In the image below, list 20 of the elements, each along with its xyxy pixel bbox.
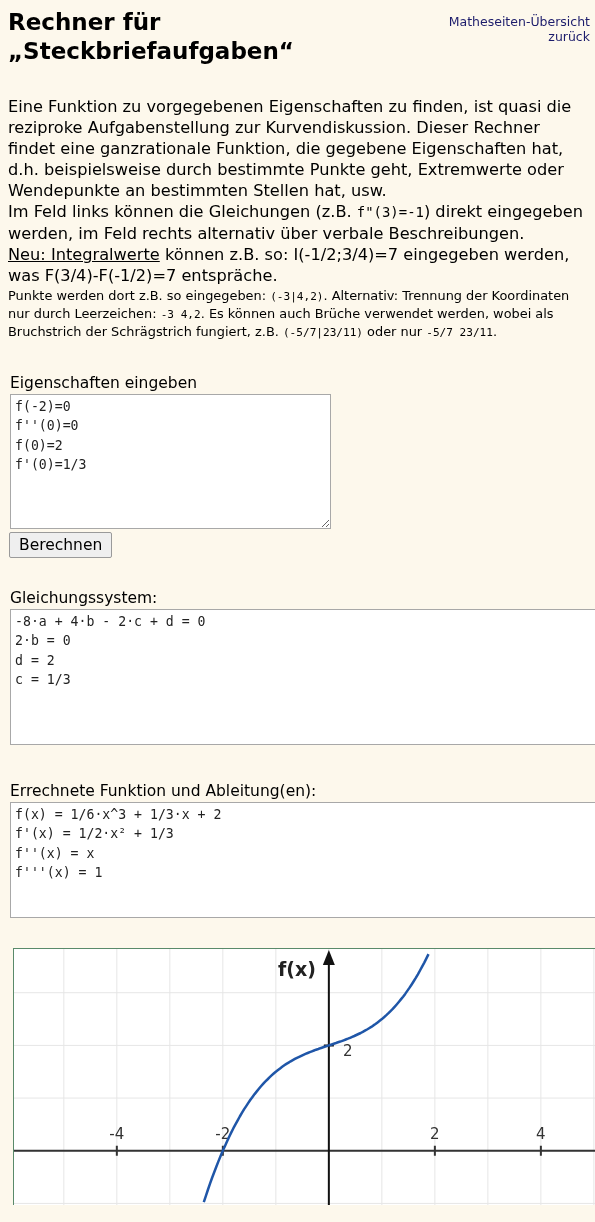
output-field[interactable]: f(x) = 1/6·x^3 + 1/3·x + 2 f'(x) = 1/2·x² + 1/3 f''(x) = x f'''(x) = 1 xyxy=(10,802,595,918)
tick-label: -2 xyxy=(215,1124,231,1143)
tick-label: -4 xyxy=(109,1124,125,1143)
field-label: Eigenschaften eingeben xyxy=(10,373,198,393)
field-label: Gleichungssystem: xyxy=(10,588,159,608)
note-text: Punkte werden dort z.B. so eingegeben: (-3|4,2). Alternativ: Trennung der Koordinaten nur durch Leerzeichen: -3 4,2. Es können auch Brüche verwendet werden, wobei als Bruchstrich der Schrägstrich fungiert, z.B. (-5/7|23/11) oder nur -5/7 23/11. xyxy=(8,287,571,341)
calculate-button[interactable]: Berechnen xyxy=(9,532,113,558)
output-field[interactable]: -8·a + 4·b - 2·c + d = 0 2·b = 0 d = 2 c = 1/3 xyxy=(10,609,595,745)
tick-label: 2 xyxy=(430,1124,440,1143)
description-text: Neu: Integralwerte können z.B. so: I(-1/2;3/4)=7 eingegeben werden, was F(3/4)-F(-1/2)=7 entspräche. xyxy=(8,244,571,286)
page-title: Rechner für „Steckbriefaufgaben“ xyxy=(8,8,295,66)
overview-link[interactable]: Matheseiten-Übersicht xyxy=(448,14,590,29)
field-label: Errechnete Funktion und Ableitung(en): xyxy=(10,781,318,801)
input-field[interactable]: f(-2)=0 f''(0)=0 f(0)=2 f'(0)=1/3 xyxy=(10,394,331,529)
back-link[interactable]: zurück xyxy=(548,29,590,44)
description-text: Im Feld links können die Gleichungen (z.B. f"(3)=-1) direkt eingegeben werden, im Feld rechts alternativ über verbale Beschreibungen. xyxy=(8,201,584,244)
description-text: Eine Funktion zu vorgegebenen Eigenschaften zu finden, ist quasi die reziproke Aufgabenstellung zur Kurvendiskussion. Dieser Rechner findet eine ganzrationale Funktion, die gegebene Eigenschaften hat, d.h. beispielsweise durch bestimmte Punkte geht, Extremwerte oder Wendepunkte an bestimmten Stellen hat, usw. xyxy=(8,96,573,201)
tick-label: 4 xyxy=(536,1124,546,1143)
axis-label: f(x) xyxy=(277,958,316,980)
tick-label: 2 xyxy=(343,1042,353,1061)
